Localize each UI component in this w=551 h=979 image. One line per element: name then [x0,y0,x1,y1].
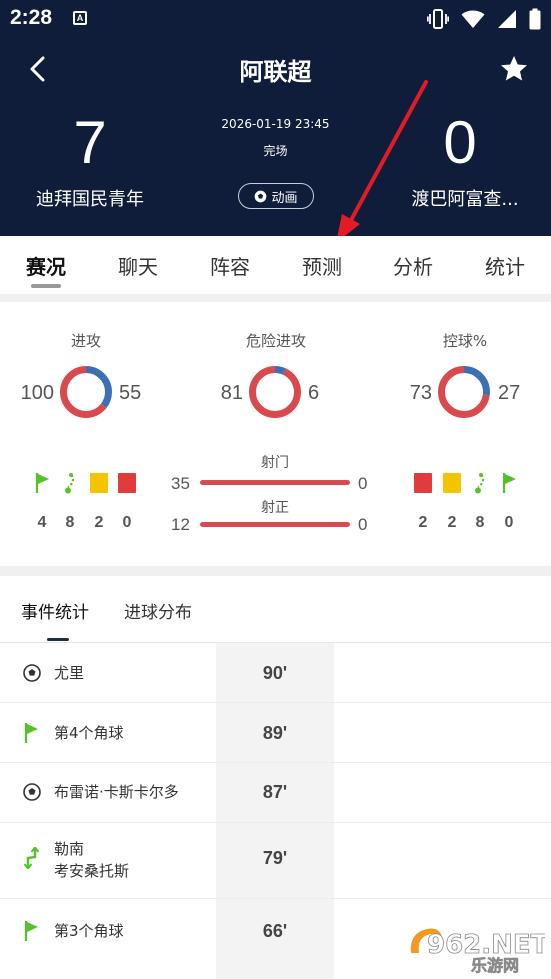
metric-away-value: 55 [119,382,142,404]
events-panel: 事件统计 进球分布 尤里 90' 第4个角球 89' 布雷诺·卡斯卡尔多 87' [0,576,551,979]
donut-chart [249,366,301,418]
vibrate-icon [427,9,449,29]
event-text: 尤里 [54,664,85,682]
status-time: 2:28 [10,6,53,29]
red-card-icon [414,473,432,493]
away-team-name[interactable]: 渡巴阿富查... [390,185,540,211]
animation-button[interactable]: 动画 [238,183,314,209]
corner-flag-icon [24,921,38,941]
away-red-cards-count: 2 [418,514,428,531]
tab-overview[interactable]: 赛况 [11,251,81,280]
metric-away-value: 6 [308,382,320,404]
metric-label: 进攻 [70,332,101,350]
shots-label: 射门 [261,455,289,471]
event-row: 布雷诺·卡斯卡尔多 87' [0,763,551,823]
watermark-sub: 乐游网 [471,956,519,975]
metric-home-value: 100 [20,382,54,404]
home-substitutions-count: 8 [65,514,75,531]
match-datetime: 2026-01-19 23:45 [221,117,330,131]
shots-on-target-bar [200,522,350,527]
shots-on-target-home-value: 12 [171,515,190,534]
shots-on-target-label: 射正 [261,500,289,516]
home-red-cards-count: 0 [122,514,132,531]
yellow-card-icon [90,473,108,493]
watermark-logo: 962.NET 乐游网 [410,928,545,975]
tab-statistics[interactable]: 统计 [470,251,540,280]
event-text: 第3个角球 [54,922,124,940]
animation-label: 动画 [271,190,298,206]
status-icons [427,8,541,30]
favorite-star-icon[interactable] [499,54,529,84]
football-icon [23,783,41,801]
tab-analysis[interactable]: 分析 [378,251,448,280]
red-card-icon [118,473,136,493]
status-bar: 2:28 A [0,0,551,38]
donut-home-segment [249,366,301,418]
substitution-icon [65,473,75,494]
event-tab-indicator [47,638,69,641]
football-icon [23,664,41,682]
yellow-card-icon [443,473,461,493]
tab-lineup[interactable]: 阵容 [195,251,265,280]
tab-goal-distribution[interactable]: 进球分布 [124,598,192,623]
event-minute: 89' [262,723,288,743]
away-substitutions-count: 8 [475,514,485,531]
football-icon [255,190,267,202]
metric-away-value: 27 [498,382,521,404]
home-team-name[interactable]: 迪拜国民青年 [20,185,160,211]
home-yellow-cards-count: 2 [94,514,104,531]
away-corners-count: 0 [504,514,514,531]
tab-event-stats[interactable]: 事件统计 [21,598,89,623]
event-row: 勒南 考安桑托斯 79' [0,823,551,893]
metric-label: 控球% [442,332,488,350]
event-minute: 79' [262,848,288,868]
shots-bar [200,480,350,485]
event-minute: 87' [262,782,288,802]
event-minute: 66' [262,921,288,941]
match-status: 完场 [263,144,288,158]
wifi-icon [461,10,485,28]
metric-label: 危险进攻 [245,332,306,350]
tab-indicator [31,284,61,288]
shots-on-target-away-value: 0 [358,515,368,534]
match-tabs: 赛况 聊天 阵容 预测 分析 统计 [0,236,551,294]
corner-flag-icon [24,723,38,743]
shots-home-value: 35 [171,474,190,493]
event-row: 第4个角球 89' [0,703,551,763]
league-title: 阿联超 [239,58,312,86]
donut-chart [60,366,112,418]
divider [0,898,551,899]
battery-icon [529,8,541,30]
event-player-out: 考安桑托斯 [54,862,130,880]
home-corners-count: 4 [37,514,47,531]
signal-icon [498,10,516,28]
notification-icon: A [73,11,87,25]
away-yellow-cards-count: 2 [447,514,457,531]
event-text: 第4个角球 [54,724,124,742]
stats-card: 进攻 100 55 危险进攻 81 6 控球% 73 27 4 8 2 0 射门… [0,302,551,566]
tab-prediction[interactable]: 预测 [287,251,357,280]
event-row: 尤里 90' [0,643,551,703]
substitution-icon [23,847,40,869]
metric-home-value: 81 [220,382,243,404]
metric-home-value: 73 [409,382,432,404]
tab-chat[interactable]: 聊天 [103,251,173,280]
match-header: 2:28 A 阿联超 7 0 2026-01-19 23:45 完场 迪拜国民青… [0,0,551,236]
corner-flag-icon [502,473,516,493]
event-player-in: 勒南 [54,840,85,858]
corner-flag-icon [35,473,49,493]
donut-chart [438,366,490,418]
event-text: 布雷诺·卡斯卡尔多 [54,783,179,801]
event-minute: 90' [262,663,288,683]
substitution-icon [475,473,485,494]
shots-away-value: 0 [358,474,368,493]
